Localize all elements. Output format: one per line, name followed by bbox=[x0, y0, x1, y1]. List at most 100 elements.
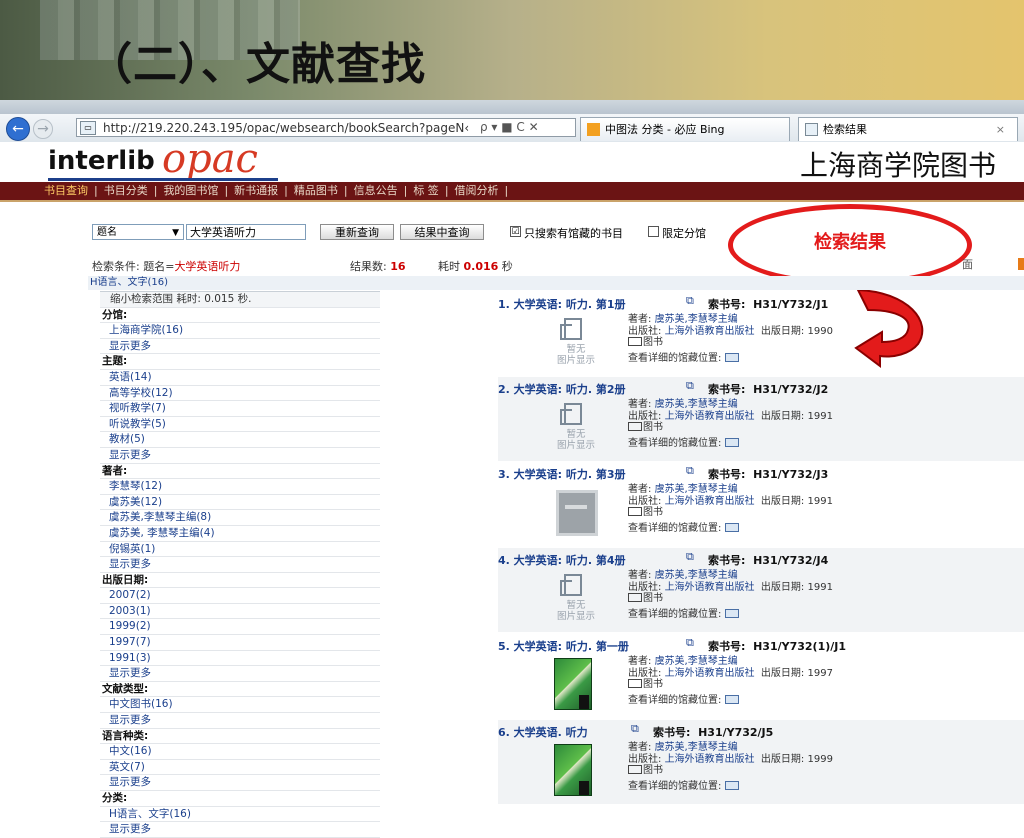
publisher-link[interactable]: 上海外语教育出版社 bbox=[665, 411, 755, 422]
location-icon[interactable] bbox=[725, 780, 740, 790]
facet-link[interactable]: 2007(2) bbox=[100, 588, 380, 604]
facet-link[interactable]: 上海商学院(16) bbox=[100, 323, 380, 339]
publisher-label: 出版社: bbox=[628, 325, 662, 337]
facet-link[interactable]: 听说教学(5) bbox=[100, 417, 380, 433]
call-number-value: H31/Y732(1)/J1 bbox=[753, 640, 847, 653]
book-cover-image[interactable] bbox=[550, 658, 602, 712]
menu-item[interactable]: 信息公告 bbox=[354, 184, 398, 197]
publisher-label: 出版社: bbox=[628, 667, 662, 679]
tab-label: 检索结果 bbox=[823, 123, 867, 136]
facet-heading: 分类: bbox=[100, 791, 380, 807]
facet-link[interactable]: 中文图书(16) bbox=[100, 697, 380, 714]
menu-item[interactable]: 标 签 bbox=[413, 184, 439, 197]
location-icon[interactable] bbox=[725, 352, 740, 362]
menu-item[interactable]: 我的图书馆 bbox=[163, 184, 218, 197]
publisher-link[interactable]: 上海外语教育出版社 bbox=[665, 496, 755, 507]
result-title-link[interactable]: 5. 大学英语: 听力. 第一册 bbox=[498, 638, 629, 654]
result-title-link[interactable]: 1. 大学英语: 听力. 第1册 bbox=[498, 296, 626, 312]
show-more-link[interactable]: 显示更多 bbox=[100, 713, 380, 729]
location-icon[interactable] bbox=[725, 608, 740, 618]
facet-link[interactable]: H语言、文字(16) bbox=[100, 807, 380, 823]
back-arrow-icon[interactable]: ← bbox=[6, 117, 30, 141]
copy-icon[interactable]: ⧉ bbox=[686, 464, 699, 477]
menu-separator: | bbox=[224, 184, 229, 197]
page-icon bbox=[805, 123, 818, 136]
facet-link[interactable]: 视听教学(7) bbox=[100, 401, 380, 417]
book-cover-image[interactable] bbox=[550, 744, 602, 798]
copy-icon[interactable]: ⧉ bbox=[686, 550, 699, 563]
location-icon[interactable] bbox=[725, 694, 740, 704]
facet-link[interactable]: 中文(16) bbox=[100, 744, 380, 760]
menu-item[interactable]: 书目查询 bbox=[44, 184, 88, 197]
author-link[interactable]: 虞苏美,李慧琴主编 bbox=[655, 742, 738, 753]
forward-arrow-icon[interactable]: → bbox=[33, 119, 53, 139]
author-link[interactable]: 虞苏美,李慧琴主编 bbox=[655, 570, 738, 581]
date-label: 出版日期: bbox=[760, 581, 805, 593]
facet-link[interactable]: 2003(1) bbox=[100, 604, 380, 620]
facet-link[interactable]: 虞苏美, 李慧琴主编(4) bbox=[100, 526, 380, 542]
date-label: 出版日期: bbox=[760, 753, 805, 765]
facet-link[interactable]: 1991(3) bbox=[100, 651, 380, 667]
facet-link[interactable]: 倪锡英(1) bbox=[100, 542, 380, 558]
show-more-link[interactable]: 显示更多 bbox=[100, 775, 380, 791]
menu-item[interactable]: 借阅分析 bbox=[455, 184, 499, 197]
book-cover-placeholder[interactable] bbox=[550, 486, 602, 540]
publisher-link[interactable]: 上海外语教育出版社 bbox=[665, 326, 755, 337]
date-label: 出版日期: bbox=[760, 325, 805, 337]
address-tools[interactable]: ρ ▾ ■ C ✕ bbox=[480, 120, 539, 134]
location-icon[interactable] bbox=[725, 522, 740, 532]
publisher-label: 出版社: bbox=[628, 753, 662, 765]
call-number-label: 索书号: bbox=[708, 468, 746, 481]
close-icon[interactable]: × bbox=[996, 118, 1005, 142]
facet-link[interactable]: 虞苏美,李慧琴主编(8) bbox=[100, 510, 380, 526]
copy-icon[interactable]: ⧉ bbox=[686, 379, 699, 392]
show-more-link[interactable]: 显示更多 bbox=[100, 557, 380, 573]
menu-item[interactable]: 新书通报 bbox=[234, 184, 278, 197]
breadcrumb[interactable]: H语言、文字(16) bbox=[88, 276, 1024, 290]
facet-link[interactable]: 李慧琴(12) bbox=[100, 479, 380, 495]
copy-icon[interactable]: ⧉ bbox=[686, 636, 699, 649]
menu-item[interactable]: 书目分类 bbox=[104, 184, 148, 197]
location-icon[interactable] bbox=[725, 437, 740, 447]
result-title-link[interactable]: 3. 大学英语: 听力. 第3册 bbox=[498, 466, 626, 482]
search-within-button[interactable]: 结果中查询 bbox=[400, 224, 484, 240]
author-link[interactable]: 虞苏美,李慧琴主编 bbox=[655, 484, 738, 495]
result-title-link[interactable]: 4. 大学英语: 听力. 第4册 bbox=[498, 552, 626, 568]
search-input[interactable]: 大学英语听力 bbox=[186, 224, 306, 240]
facet-link[interactable]: 虞苏美(12) bbox=[100, 495, 380, 511]
book-icon bbox=[628, 593, 642, 602]
page-favicon-icon: ▭ bbox=[80, 121, 96, 135]
opac-header: interlib opac 上海商学院图书 bbox=[0, 136, 1024, 182]
copy-icon[interactable]: ⧉ bbox=[686, 294, 699, 307]
author-link[interactable]: 虞苏美,李慧琴主编 bbox=[655, 656, 738, 667]
facet-link[interactable]: 1999(2) bbox=[100, 619, 380, 636]
search-field-select[interactable]: 题名 ▼ bbox=[92, 224, 184, 240]
call-number: 索书号: H31/Y732/J1 bbox=[708, 296, 828, 312]
result-title-link[interactable]: 6. 大学英语. 听力 bbox=[498, 724, 588, 740]
facet-link[interactable]: 教材(5) bbox=[100, 432, 380, 448]
show-more-link[interactable]: 显示更多 bbox=[100, 822, 380, 838]
copy-icon[interactable]: ⧉ bbox=[631, 722, 644, 735]
result-title-link[interactable]: 2. 大学英语: 听力. 第2册 bbox=[498, 381, 626, 397]
publisher-link[interactable]: 上海外语教育出版社 bbox=[665, 582, 755, 593]
facet-link[interactable]: 英语(14) bbox=[100, 370, 380, 386]
facet-link[interactable]: 1997(7) bbox=[100, 635, 380, 651]
publisher-link[interactable]: 上海外语教育出版社 bbox=[665, 754, 755, 765]
call-number-value: H31/Y732/J1 bbox=[753, 298, 829, 311]
only-holdings-checkbox[interactable]: ☑ bbox=[510, 226, 521, 237]
menu-item[interactable]: 精品图书 bbox=[294, 184, 338, 197]
author-link[interactable]: 虞苏美,李慧琴主编 bbox=[655, 399, 738, 410]
show-more-link[interactable]: 显示更多 bbox=[100, 666, 380, 682]
facet-link[interactable]: 高等学校(12) bbox=[100, 386, 380, 402]
show-more-link[interactable]: 显示更多 bbox=[100, 339, 380, 355]
document-type: 图书 bbox=[643, 765, 663, 776]
show-more-link[interactable]: 显示更多 bbox=[100, 448, 380, 464]
tab-bing[interactable]: 中图法 分类 - 必应 Bing bbox=[580, 117, 790, 141]
publisher-link[interactable]: 上海外语教育出版社 bbox=[665, 668, 755, 679]
limit-branch-checkbox[interactable] bbox=[648, 226, 659, 237]
author-link[interactable]: 虞苏美,李慧琴主编 bbox=[655, 314, 738, 325]
requery-button[interactable]: 重新查询 bbox=[320, 224, 394, 240]
result-meta: 著者: 虞苏美,李慧琴主编 出版社: 上海外语教育出版社 出版日期: 1991 … bbox=[628, 570, 833, 620]
holdings-location-row: 查看详细的馆藏位置: bbox=[628, 694, 833, 707]
tab-search-results[interactable]: 检索结果 × bbox=[798, 117, 1018, 141]
